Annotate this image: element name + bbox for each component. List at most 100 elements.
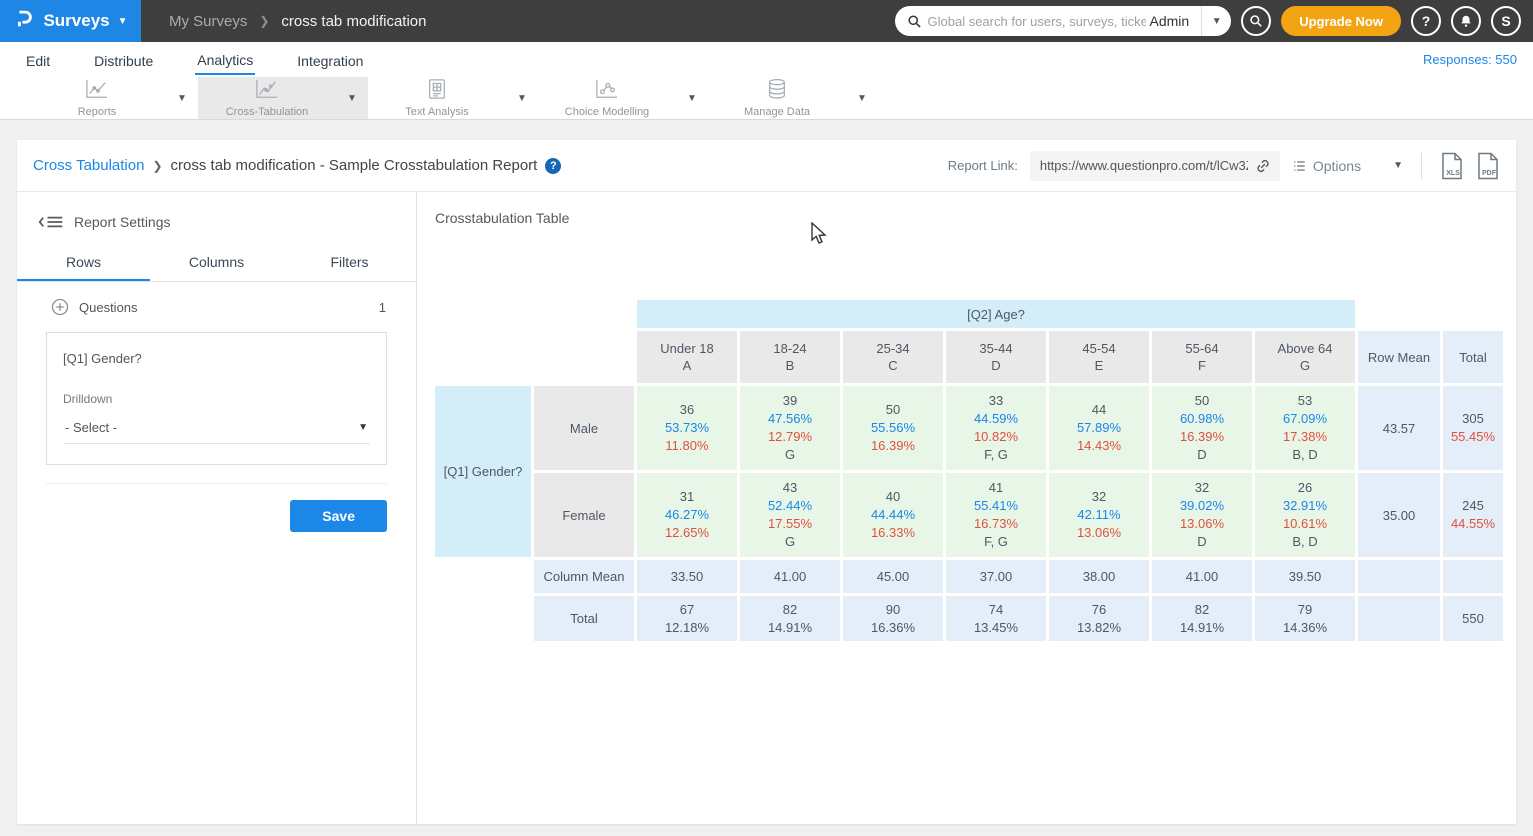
toolbar-group-reports: Reports ▼ <box>28 77 198 119</box>
column-header: Above 64G <box>1255 331 1355 383</box>
brand-label: Surveys <box>43 11 109 31</box>
row-mean-cell: 43.57 <box>1358 386 1440 470</box>
column-total-cell: 7914.36% <box>1255 596 1355 641</box>
row-percent: 32.91% <box>1257 497 1353 515</box>
spacer <box>1443 300 1503 328</box>
drilldown-label: Drilldown <box>63 392 370 406</box>
cross-tabulation-chart-icon <box>254 78 280 105</box>
column-mean-cell: 41.00 <box>740 560 840 593</box>
drilldown-select[interactable]: - Select - ▼ <box>63 416 370 444</box>
cell-count: 79 <box>1257 601 1353 619</box>
toolbar-item-cross-tabulation[interactable]: Cross-Tabulation <box>198 77 336 119</box>
total-empty <box>1358 596 1440 641</box>
column-header: 55-64F <box>1152 331 1252 383</box>
search-scope-dropdown[interactable]: ▼ <box>1201 6 1231 36</box>
cell-count: 36 <box>639 401 735 419</box>
search-submit-button[interactable] <box>1241 6 1271 36</box>
options-button[interactable]: Options ▼ <box>1292 158 1403 174</box>
report-card-header: Cross Tabulation ❯ cross tab modificatio… <box>17 140 1516 192</box>
options-dropdown[interactable]: ▼ <box>1393 160 1403 171</box>
chevron-down-icon: ▼ <box>358 422 368 433</box>
cell-count: 245 <box>1445 497 1501 515</box>
report-card: Cross Tabulation ❯ cross tab modificatio… <box>17 140 1516 824</box>
drilldown-select-value: - Select - <box>65 420 358 435</box>
row-total-cell: 24544.55% <box>1443 473 1503 557</box>
column-total-cell: 9016.36% <box>843 596 943 641</box>
column-letter: D <box>948 357 1044 374</box>
search-icon <box>907 14 922 29</box>
manage-data-dropdown[interactable]: ▼ <box>846 77 878 119</box>
tab-distribute[interactable]: Distribute <box>92 46 155 74</box>
topbar: Surveys ▼ My Surveys ❯ cross tab modific… <box>0 0 1533 42</box>
cell-count: 43 <box>742 479 838 497</box>
toolbar-item-choice-modelling[interactable]: Choice Modelling <box>538 77 676 119</box>
toolbar-item-text-analysis[interactable]: Text Analysis <box>368 77 506 119</box>
significance-letters: G <box>742 533 838 551</box>
row-total-cell: 30555.45% <box>1443 386 1503 470</box>
column-percent: 16.73% <box>948 515 1044 533</box>
cell-count: 32 <box>1154 479 1250 497</box>
app-logo-menu[interactable]: Surveys ▼ <box>0 0 141 42</box>
settings-tabs: Rows Columns Filters <box>17 244 416 282</box>
notifications-button[interactable] <box>1451 6 1481 36</box>
column-total-cell: 7413.45% <box>946 596 1046 641</box>
spacer <box>435 596 531 641</box>
cell-count: 67 <box>639 601 735 619</box>
cell-count: 12.18% <box>639 619 735 637</box>
column-percent: 12.79% <box>742 428 838 446</box>
save-button[interactable]: Save <box>290 500 387 532</box>
tab-analytics[interactable]: Analytics <box>195 45 255 75</box>
column-letter: A <box>639 357 735 374</box>
responses-count: Responses: 550 <box>1423 52 1517 67</box>
breadcrumb-my-surveys[interactable]: My Surveys <box>169 13 247 30</box>
crosstab-main: Crosstabulation Table [Q2] Age?Under 18A… <box>417 192 1516 824</box>
row-percent: 55.56% <box>845 419 941 437</box>
report-help-icon[interactable]: ? <box>545 158 561 174</box>
toolbar-item-reports[interactable]: Reports <box>28 77 166 119</box>
choice-modelling-dropdown[interactable]: ▼ <box>676 77 708 119</box>
account-avatar[interactable]: S <box>1491 6 1521 36</box>
breadcrumb-cross-tabulation-link[interactable]: Cross Tabulation <box>33 157 144 174</box>
cross-tabulation-dropdown[interactable]: ▼ <box>336 77 368 119</box>
choice-modelling-scatter-icon <box>594 78 620 105</box>
report-link-url[interactable]: https://www.questionpro.com/t/lCw3Zc <box>1040 158 1248 173</box>
questions-row: Questions 1 <box>17 282 416 328</box>
list-options-icon <box>1292 159 1307 173</box>
export-xls-button[interactable]: XLS <box>1440 152 1464 180</box>
collapse-panel-icon[interactable] <box>38 214 64 230</box>
grand-total-cell: 550 <box>1443 596 1503 641</box>
toolbar-label: Text Analysis <box>405 106 469 118</box>
cell-count: 16.36% <box>845 619 941 637</box>
search-input[interactable] <box>928 14 1146 29</box>
help-button[interactable]: ? <box>1411 6 1441 36</box>
tab-filters[interactable]: Filters <box>283 244 416 281</box>
data-cell: 5060.98%16.39%D <box>1152 386 1252 470</box>
divider <box>46 483 387 484</box>
cell-count: 32 <box>1051 488 1147 506</box>
reports-dropdown[interactable]: ▼ <box>166 77 198 119</box>
upgrade-now-button[interactable]: Upgrade Now <box>1281 6 1401 36</box>
column-header: 18-24B <box>740 331 840 383</box>
xls-icon-label: XLS <box>1442 170 1464 177</box>
add-question-icon[interactable] <box>51 298 69 316</box>
data-cell: 5367.09%17.38%B, D <box>1255 386 1355 470</box>
column-letter: B <box>742 357 838 374</box>
toolbar-item-manage-data[interactable]: Manage Data <box>708 77 846 119</box>
tab-edit[interactable]: Edit <box>24 46 52 74</box>
link-chain-icon[interactable] <box>1254 157 1272 175</box>
export-pdf-button[interactable]: PDF <box>1476 152 1500 180</box>
tab-columns[interactable]: Columns <box>150 244 283 281</box>
column-letter: G <box>1257 357 1353 374</box>
questionpro-logo-icon <box>13 8 35 35</box>
report-link-field[interactable]: https://www.questionpro.com/t/lCw3Zc <box>1030 151 1280 181</box>
column-percent: 17.55% <box>742 515 838 533</box>
column-header: 45-54E <box>1049 331 1149 383</box>
text-analysis-dropdown[interactable]: ▼ <box>506 77 538 119</box>
chevron-right-icon: ❯ <box>152 159 162 173</box>
row-percent: 57.89% <box>1051 419 1147 437</box>
tab-integration[interactable]: Integration <box>295 46 365 74</box>
toolbar-group-choice-modelling: Choice Modelling ▼ <box>538 77 708 119</box>
data-cell: 3344.59%10.82%F, G <box>946 386 1046 470</box>
tab-rows[interactable]: Rows <box>17 244 150 281</box>
crosstab-table: [Q2] Age?Under 18A18-24B25-34C35-44D45-5… <box>432 297 1506 644</box>
